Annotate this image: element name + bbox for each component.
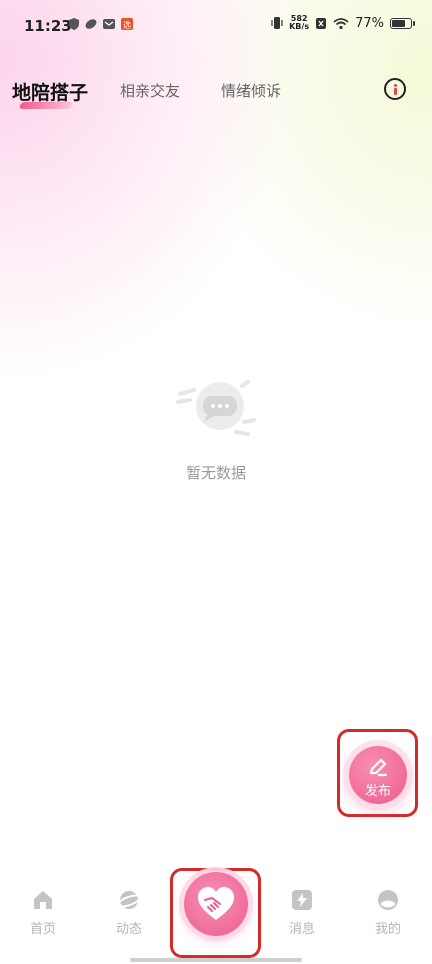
app-badge-icon: 选 [121,18,133,30]
planet-icon [117,891,141,909]
wifi-icon [333,17,349,29]
tab-companion[interactable]: 地陪搭子 [12,78,88,105]
battery-level [392,19,406,27]
tab-dating[interactable]: 相亲交友 [120,80,180,101]
vibrate-icon [271,17,283,29]
sim-off-icon [316,17,327,29]
home-icon [34,891,52,909]
status-bar: 11:23 选 582 KB/s 77% [0,0,432,52]
nav-profile[interactable]: 我的 [358,888,418,937]
handshake-heart-icon [198,887,234,920]
publish-label: 发布 [364,784,391,799]
nav-messages-label: 消息 [288,922,315,937]
leaf-icon [85,19,97,29]
nav-center-companion-button[interactable] [184,872,248,936]
profile-icon [378,890,398,910]
mail-icon [103,19,115,29]
home-indicator [130,958,302,962]
net-speed: 582 KB/s [289,14,310,31]
nav-profile-label: 我的 [374,922,401,937]
svg-text:选: 选 [123,20,131,30]
pencil-icon [369,758,388,777]
shield-icon [69,18,79,30]
battery-icon [390,17,415,29]
lightning-icon [292,890,312,910]
nav-messages[interactable]: 消息 [272,888,332,937]
status-time: 11:23 [24,17,72,35]
info-icon[interactable] [384,78,406,100]
nav-moments-label: 动态 [115,922,142,937]
nav-home-label: 首页 [29,922,56,937]
nav-home[interactable]: 首页 [13,888,73,937]
empty-state-text: 暂无数据 [185,464,246,482]
publish-button[interactable]: 发布 [349,746,407,804]
tab-emotional-talk[interactable]: 情绪倾诉 [221,80,281,101]
battery-percent: 77% [355,15,384,31]
category-tabs: 地陪搭子 相亲交友 情绪倾诉 [0,72,432,112]
nav-moments[interactable]: 动态 [99,888,159,937]
empty-chat-icon [176,380,256,436]
